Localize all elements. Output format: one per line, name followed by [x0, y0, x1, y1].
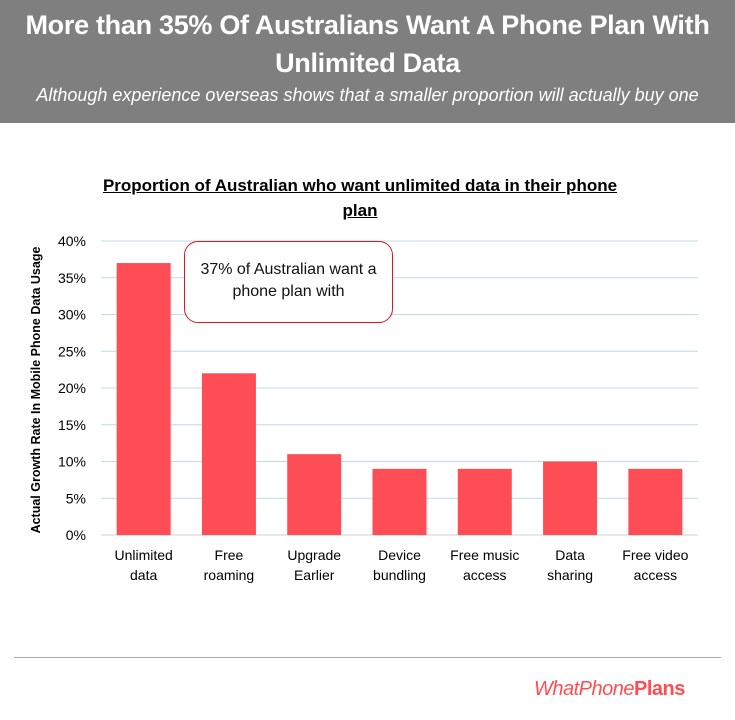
x-axis-ticks: Unlimited data Free roaming Upgrade Earlier De…	[114, 547, 688, 583]
bar	[457, 468, 512, 535]
y-tick-label: 35%	[58, 270, 86, 286]
footer-divider	[14, 657, 721, 658]
bar	[628, 468, 683, 535]
logo-part-plans: Plans	[634, 678, 685, 700]
x-tick-label: Device bundling	[373, 547, 426, 583]
logo-part-what-phone: WhatPhone	[534, 678, 635, 700]
y-tick-label: 10%	[58, 454, 86, 470]
y-tick-label: 0%	[66, 527, 86, 543]
y-tick-label: 25%	[58, 343, 86, 359]
x-tick-label: Free roaming	[204, 547, 255, 583]
bar	[543, 461, 598, 535]
y-tick-label: 30%	[58, 307, 86, 323]
brand-logo: WhatPhonePlans	[534, 678, 685, 701]
y-tick-label: 40%	[58, 233, 86, 249]
bar	[287, 454, 342, 535]
bar	[116, 263, 171, 535]
y-axis-label: Actual Growth Rate In Mobile Phone Data …	[29, 247, 43, 534]
x-tick-label: Free music access	[450, 547, 519, 583]
y-tick-label: 15%	[58, 417, 86, 433]
x-tick-label: Upgrade Earlier	[287, 547, 341, 583]
bar	[372, 468, 427, 535]
y-axis-ticks: 0% 5% 10% 15% 20% 25% 30% 35% 40%	[58, 233, 86, 543]
x-tick-label: Free video access	[622, 547, 688, 583]
x-tick-label: Data sharing	[547, 547, 593, 583]
y-tick-label: 20%	[58, 380, 86, 396]
annotation-callout: 37% of Australian want a phone plan with	[184, 241, 393, 323]
x-tick-label: Unlimited data	[114, 547, 172, 583]
bar	[201, 373, 256, 535]
y-tick-label: 5%	[66, 490, 86, 506]
